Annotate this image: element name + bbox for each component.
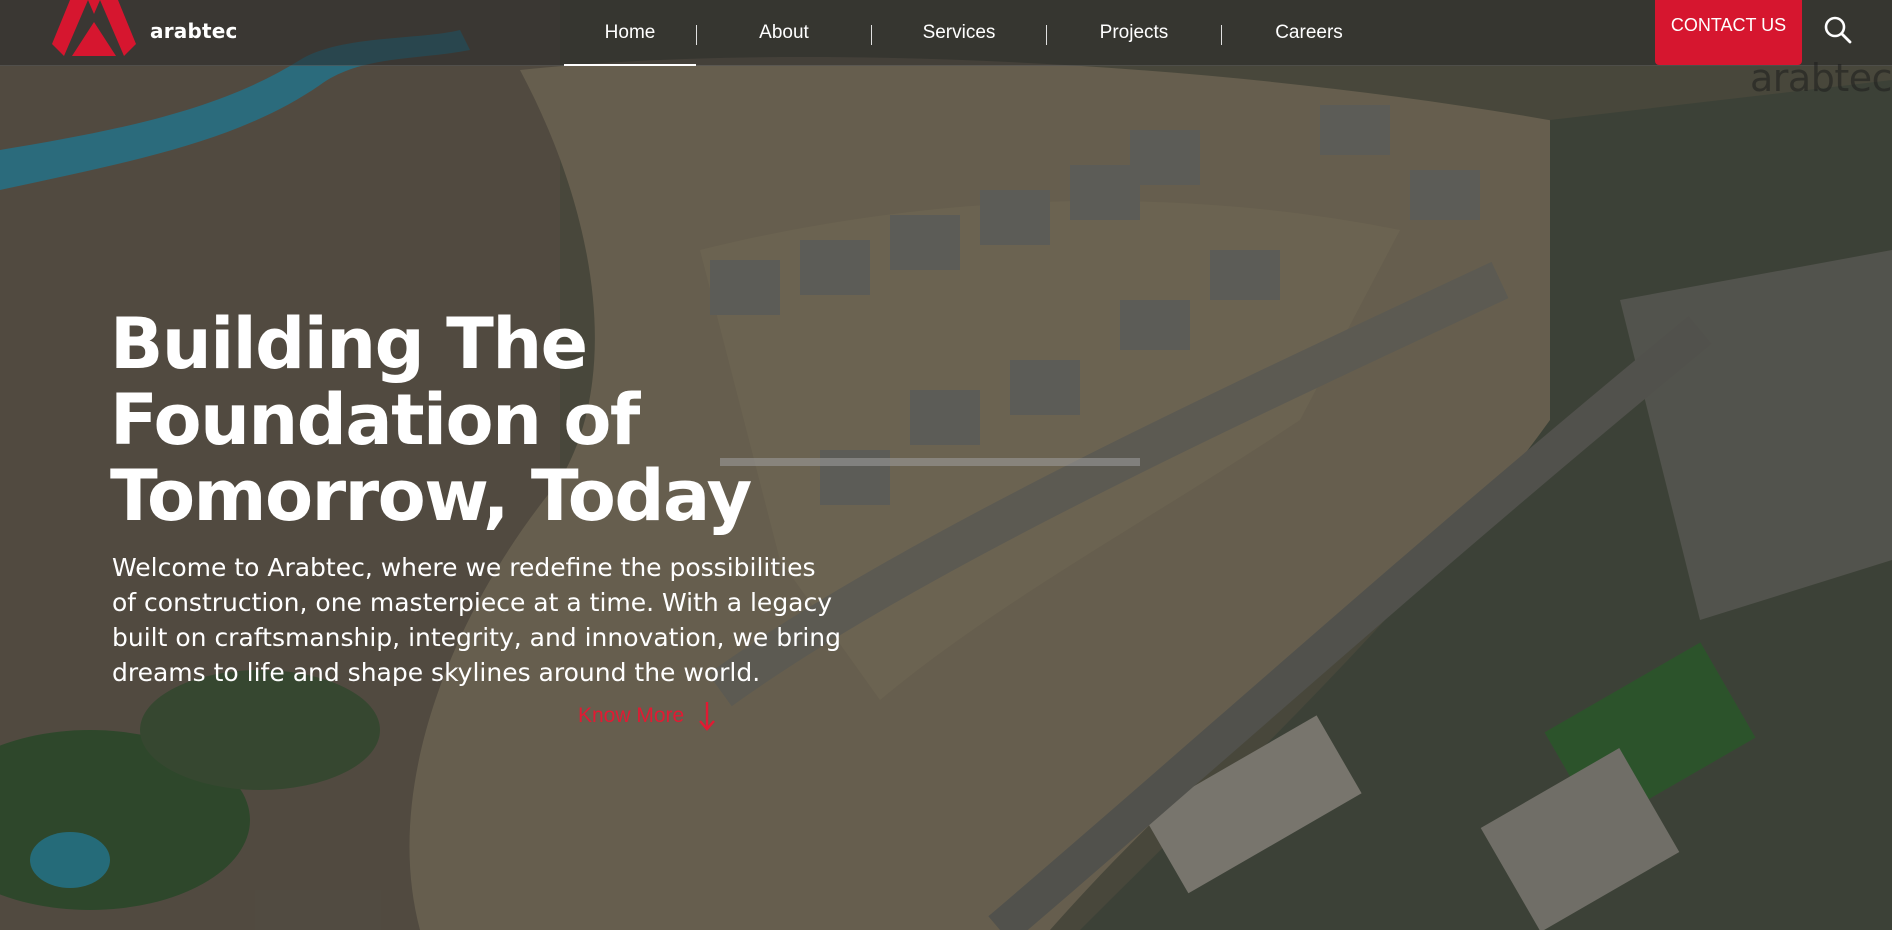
hero-description: Welcome to Arabtec, where we redefine th… <box>112 550 852 690</box>
hero-text-line: built on craftsmanship, integrity, and i… <box>112 623 842 652</box>
hero-title-line: Tomorrow, Today <box>110 455 752 537</box>
hero-text-line: Welcome to Arabtec, where we redefine th… <box>112 553 816 582</box>
brand-name: arabtec <box>150 19 238 43</box>
arrow-down-icon <box>699 702 716 731</box>
hero-text-line: dreams to life and shape skylines around… <box>112 658 761 687</box>
arabtec-logo-mark-icon <box>52 0 136 56</box>
hero-title: Building The Foundation of Tomorrow, Tod… <box>110 306 870 534</box>
hero-title-line: Foundation of <box>110 379 640 461</box>
hero-text-line: of construction, one masterpiece at a ti… <box>112 588 833 617</box>
main-nav: Home About Services Projects Careers <box>564 0 1396 66</box>
logo[interactable]: arabtec <box>52 0 238 60</box>
hero-title-line: Building The <box>110 303 588 385</box>
brand-watermark: arabtec <box>1750 56 1892 100</box>
site-header: arabtec Home About Services Projects Car… <box>0 0 1892 66</box>
nav-item-careers[interactable]: Careers <box>1222 0 1396 66</box>
search-button[interactable] <box>1822 14 1854 46</box>
know-more-label: Know More <box>578 704 685 727</box>
nav-item-about[interactable]: About <box>697 0 871 66</box>
nav-item-services[interactable]: Services <box>872 0 1046 66</box>
search-icon <box>1824 16 1852 44</box>
know-more-link[interactable]: Know More <box>578 700 716 732</box>
nav-item-projects[interactable]: Projects <box>1047 0 1221 66</box>
nav-item-home[interactable]: Home <box>564 0 696 66</box>
